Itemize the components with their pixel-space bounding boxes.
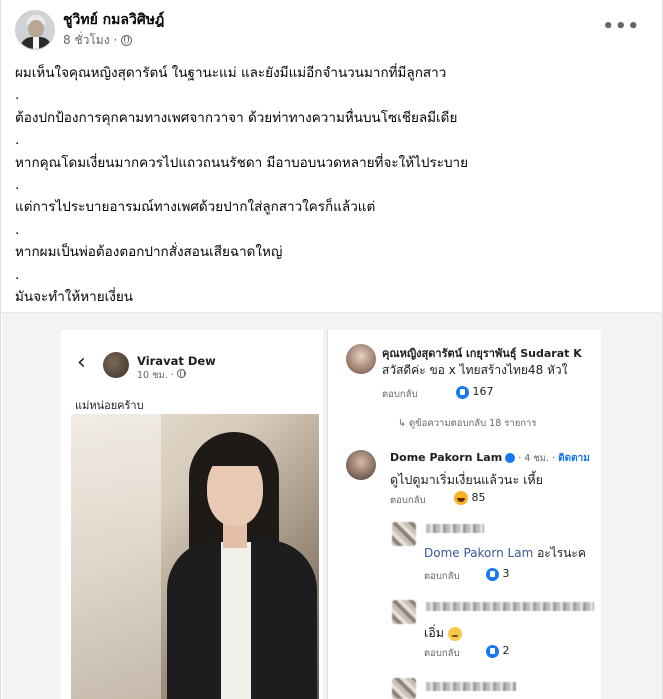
blurred-avatar — [392, 522, 416, 546]
sudarat-name: คุณหญิงสุดารัตน์ เกยุราพันธุ์ Sudarat K — [382, 347, 582, 360]
sudarat-avatar — [346, 344, 376, 374]
post-line: . — [15, 266, 20, 283]
screenshot-right: คุณหญิงสุดารัตน์ เกยุราพันธุ์ Sudarat K … — [327, 330, 601, 699]
more-options-button[interactable]: ••• — [602, 18, 640, 36]
author-name[interactable]: ชูวิทย์ กมลวิศิษฎ์ — [63, 11, 164, 29]
viravat-caption: แม่หน่อยคร้าบ — [75, 399, 144, 412]
post-line: . — [15, 87, 20, 104]
haha-count: 85 — [471, 491, 486, 504]
viravat-time: 10 ชม. · — [137, 370, 177, 381]
post-line: หากคุณโดมเงี่ยนมากควรไปแถวถนนรัชดา มีอาบ… — [15, 154, 469, 171]
blurred-avatar — [392, 600, 416, 624]
like-count: 167 — [472, 385, 494, 398]
woman-photo — [71, 414, 319, 699]
blurred-avatar — [392, 678, 416, 699]
dome-comment: ดูไปดูมาเริ่มเงี่ยนแล้วนะ เหี้ย — [390, 472, 543, 487]
reply-link: ตอบกลับ — [382, 389, 418, 400]
verified-icon — [505, 453, 516, 463]
dome-name: Dome Pakorn Lam — [390, 451, 503, 464]
like-icon — [486, 567, 499, 581]
dome-avatar — [346, 450, 376, 480]
post-line: มันจะทำให้หายเงี่ยน — [15, 289, 133, 306]
follow-link: ติดตาม — [558, 453, 590, 464]
screenshot-left: ‹ Viravat Dew 10 ชม. · แม่หน่อยคร้าบ — [61, 330, 323, 699]
post-line: . — [15, 221, 20, 238]
blurred-name — [426, 682, 516, 691]
reply-text: อะไรนะค — [533, 546, 586, 560]
post-line: แต่การไประบายอารมณ์ทางเพศด้วยปากใส่ลูกสา… — [15, 199, 376, 216]
post-line: . — [15, 177, 20, 194]
post-line: ผมเห็นใจคุณหญิงสุดารัตน์ ในฐานะแม่ และยั… — [15, 65, 447, 81]
like-icon — [486, 644, 499, 658]
post-header: ชูวิทย์ กมลวิศิษฎ์ 8 ชั่วโมง · — [15, 10, 164, 50]
sudarat-comment: สวัสดีค่ะ ขอ x ไทยสร้างไทย48 หัวใ — [382, 363, 568, 377]
reply-link: ตอบกลับ — [390, 495, 426, 506]
post-body: ผมเห็นใจคุณหญิงสุดารัตน์ ในฐานะแม่ และยั… — [15, 62, 635, 308]
like-icon — [456, 385, 469, 399]
view-replies: ↳ ดูข้อความตอบกลับ 18 รายการ — [398, 418, 537, 429]
globe-icon — [121, 34, 133, 46]
dome-meta: · 4 ชม. · — [515, 453, 559, 464]
reply-link: ตอบกลับ — [424, 571, 460, 582]
globe-icon — [176, 369, 186, 378]
post-time[interactable]: 8 ชั่วโมง — [63, 31, 110, 50]
post-line: หากผมเป็นพ่อต้องตอกปากสั่งสอนเสียฉาดใหญ่ — [15, 244, 283, 261]
viravat-name: Viravat Dew — [137, 354, 216, 368]
post-line: . — [15, 132, 20, 149]
like-count: 2 — [502, 644, 510, 657]
post-line: ต้องปกป้องการคุกคามทางเพศจากวาจา ด้วยท่า… — [15, 109, 458, 126]
reply-link: ตอบกลับ — [424, 648, 460, 659]
back-arrow-icon: ‹ — [77, 350, 86, 375]
blurred-name — [426, 602, 594, 611]
author-avatar[interactable] — [15, 10, 55, 50]
sweat-smile-icon — [448, 626, 462, 641]
haha-icon — [454, 491, 468, 505]
mention-dome: Dome Pakorn Lam — [424, 546, 534, 560]
reply-text: เอิ่ม — [424, 625, 448, 640]
viravat-avatar — [103, 352, 129, 378]
post-card: ชูวิทย์ กมลวิศิษฎ์ 8 ชั่วโมง · ••• ผมเห็… — [0, 0, 663, 699]
blurred-name — [426, 524, 484, 533]
like-count: 3 — [502, 567, 510, 580]
